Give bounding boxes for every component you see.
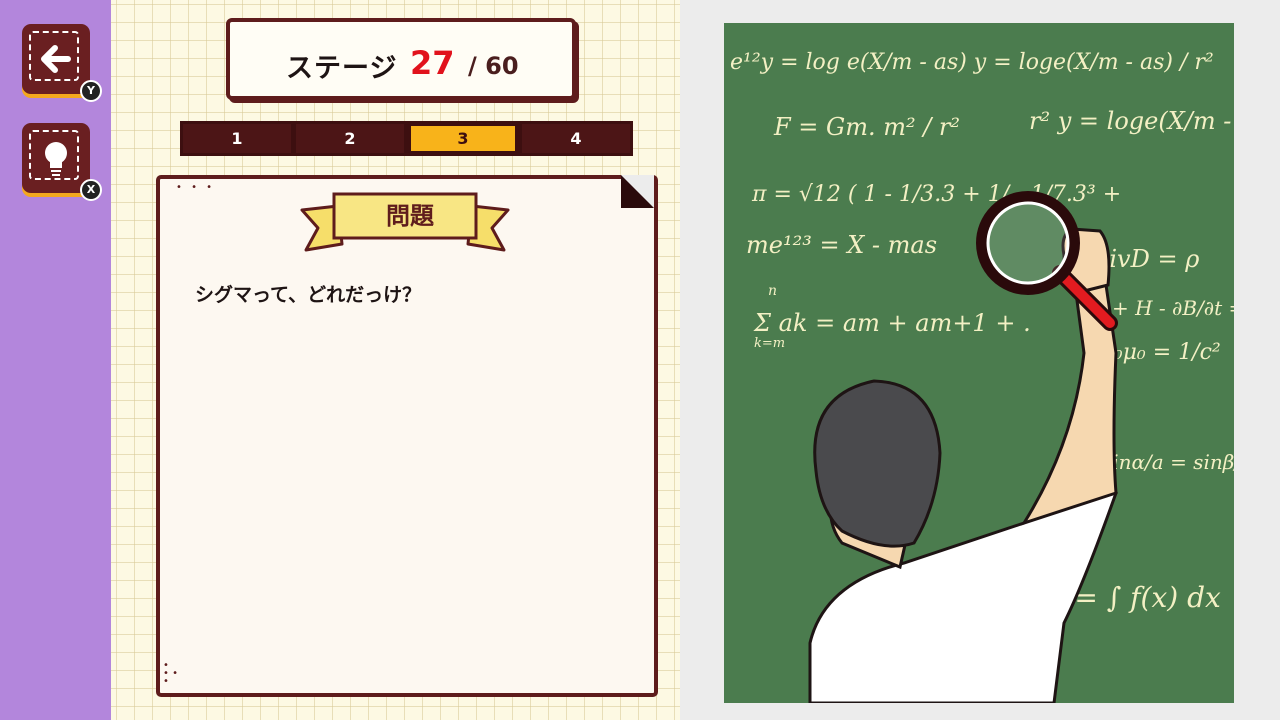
- hint-button[interactable]: X: [22, 123, 102, 201]
- stage-current-number: 27: [410, 44, 455, 82]
- card-folded-corner: [621, 175, 654, 208]
- card-doodle-dots: • • • •: [163, 660, 178, 687]
- arrow-left-icon: [41, 45, 71, 73]
- blackboard-illustration: e¹²y = log e(X/m - as) y = loge(X/m - as…: [724, 23, 1234, 703]
- side-rail: [0, 0, 111, 720]
- y-key-badge: Y: [80, 80, 102, 102]
- stage-total: / 60: [468, 52, 519, 80]
- blackboard-scene[interactable]: e¹²y = log e(X/m - as) y = loge(X/m - as…: [724, 23, 1234, 703]
- question-banner-title: 問題: [386, 202, 434, 230]
- tab-2[interactable]: 2: [296, 124, 404, 153]
- formula-text: n: [768, 283, 777, 299]
- tab-1[interactable]: 1: [183, 124, 291, 153]
- formula-text: k=m: [754, 336, 785, 351]
- formula-text: r² y = loge(X/m -: [1029, 107, 1231, 135]
- question-text: シグマって、どれだっけ？: [195, 284, 422, 306]
- card-doodle-dots: • • •: [176, 182, 216, 193]
- x-key-badge: X: [80, 179, 102, 201]
- formula-text: + H - ∂B/∂t =: [1112, 296, 1234, 320]
- tab-4[interactable]: 4: [522, 124, 630, 153]
- formula-text: ε₀μ₀ = 1/c²: [1102, 340, 1221, 365]
- formula-text: sinα/a = sinβ/b =: [1102, 450, 1234, 474]
- formula-text: F = Gm. m² / r²: [773, 113, 960, 141]
- tab-3[interactable]: 3: [409, 124, 517, 153]
- stage-label: ステージ: [286, 53, 398, 84]
- formula-text: π = √12 ( 1 - 1/3.3 + 1/ - 1/7.3³ +: [751, 182, 1121, 207]
- formula-text: e¹²y = log e(X/m - as) y = loge(X/m - as…: [730, 50, 1214, 75]
- question-tabs: 1 2 3 4: [180, 121, 633, 156]
- stage-header: ステージ 27 / 60: [226, 18, 576, 100]
- back-button[interactable]: Y: [22, 24, 102, 102]
- lightbulb-icon: [45, 142, 67, 176]
- formula-text: Σ ak = am + am+1 + .: [753, 309, 1031, 337]
- teacher-head: [813, 379, 942, 548]
- formula-text: me¹²³ = X - mas: [746, 231, 937, 259]
